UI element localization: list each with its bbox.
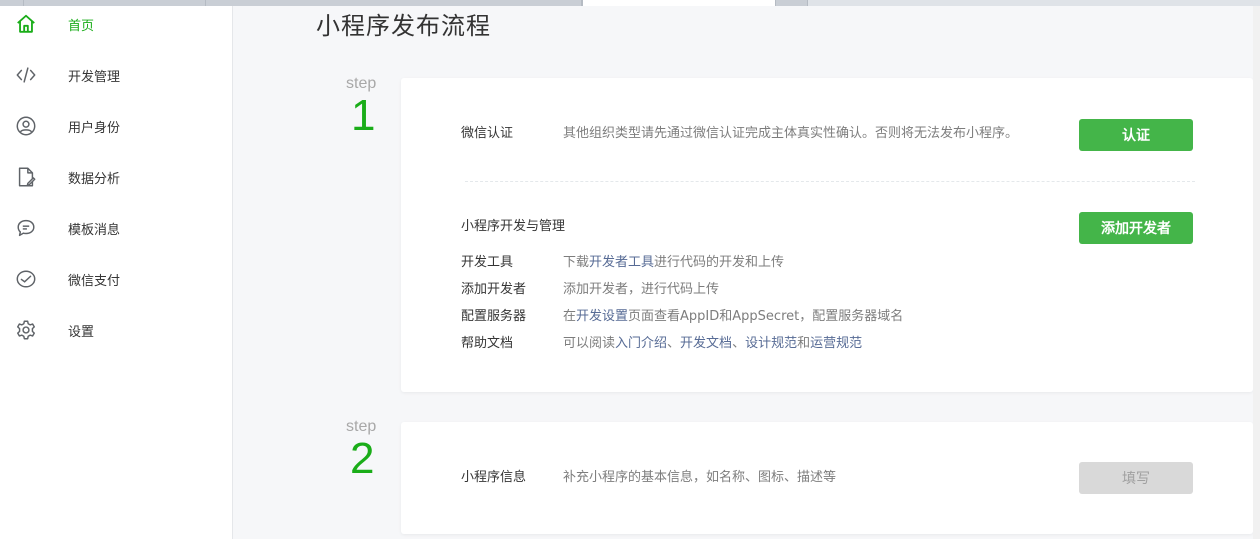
code-icon: [14, 63, 38, 87]
sidebar-item-label: 设置: [68, 324, 95, 340]
fill-in-button[interactable]: 填写: [1079, 462, 1193, 494]
browser-new-tab[interactable]: [776, 0, 808, 6]
mini-program-info-description: 补充小程序的基本信息，如名称、图标、描述等: [563, 470, 837, 485]
user-icon: [14, 114, 38, 138]
dev-section-title: 小程序开发与管理: [461, 219, 566, 234]
server-config-description: 在开发设置页面查看AppID和AppSecret，配置服务器域名: [563, 309, 904, 324]
intro-link[interactable]: 入门介绍: [615, 336, 667, 351]
verify-description: 其他组织类型请先通过微信认证完成主体真实性确认。否则将无法发布小程序。: [563, 126, 1019, 141]
design-spec-link[interactable]: 设计规范: [745, 336, 797, 351]
browser-tab-strip: [0, 0, 1260, 6]
step-1-number: 1: [351, 91, 376, 140]
add-developer-description: 添加开发者，进行代码上传: [563, 282, 720, 297]
scrollbar[interactable]: [1253, 0, 1260, 539]
browser-tab[interactable]: [0, 0, 24, 6]
dev-settings-link[interactable]: 开发设置: [576, 309, 628, 324]
document-chart-icon: [14, 165, 38, 189]
help-docs-label: 帮助文档: [461, 336, 514, 351]
browser-tab-active[interactable]: [582, 0, 776, 6]
sidebar-item-settings[interactable]: 设置: [0, 310, 232, 350]
developer-tools-link[interactable]: 开发者工具: [589, 255, 654, 270]
add-developer-label: 添加开发者: [461, 282, 527, 297]
sidebar-item-template-msg[interactable]: 模板消息: [0, 208, 232, 248]
step-2-card: 小程序信息 补充小程序的基本信息，如名称、图标、描述等 填写: [401, 422, 1253, 534]
page-title: 小程序发布流程: [316, 12, 491, 40]
help-docs-description: 可以阅读入门介绍、开发文档、设计规范和运营规范: [563, 336, 863, 351]
sidebar-item-user[interactable]: 用户身份: [0, 106, 232, 146]
sidebar-item-dev[interactable]: 开发管理: [0, 55, 232, 95]
step-1-card: 微信认证 其他组织类型请先通过微信认证完成主体真实性确认。否则将无法发布小程序。…: [401, 78, 1253, 392]
payment-icon: [14, 267, 38, 291]
sidebar-item-label: 数据分析: [68, 171, 121, 187]
step-2-number: 2: [350, 434, 375, 483]
sidebar-item-label: 模板消息: [68, 222, 121, 238]
server-config-label: 配置服务器: [461, 309, 527, 324]
chat-bubble-icon: [14, 216, 38, 240]
gear-icon: [14, 318, 38, 342]
mini-program-info-label: 小程序信息: [461, 470, 527, 485]
dev-docs-link[interactable]: 开发文档: [680, 336, 732, 351]
sidebar-item-label: 用户身份: [68, 120, 121, 136]
divider: [465, 181, 1195, 182]
sidebar-item-label: 微信支付: [68, 273, 121, 289]
dev-tools-description: 下载开发者工具进行代码的开发和上传: [563, 255, 785, 270]
browser-tab[interactable]: [206, 0, 582, 6]
sidebar-item-analytics[interactable]: 数据分析: [0, 157, 232, 197]
sidebar-item-label: 开发管理: [68, 69, 121, 85]
sidebar-item-label: 首页: [68, 18, 95, 34]
dev-tools-label: 开发工具: [461, 255, 514, 270]
browser-tab[interactable]: [24, 0, 206, 6]
sidebar-item-home[interactable]: 首页: [0, 4, 232, 44]
verify-button[interactable]: 认证: [1079, 119, 1193, 151]
home-icon: [14, 12, 38, 36]
operation-spec-link[interactable]: 运营规范: [810, 336, 862, 351]
verify-label: 微信认证: [461, 126, 514, 141]
sidebar-item-wechat-pay[interactable]: 微信支付: [0, 259, 232, 299]
add-developer-button[interactable]: 添加开发者: [1079, 212, 1193, 244]
sidebar: 首页 开发管理 用户身份 数据分析 模板消息 微信支付 设置: [0, 0, 233, 539]
